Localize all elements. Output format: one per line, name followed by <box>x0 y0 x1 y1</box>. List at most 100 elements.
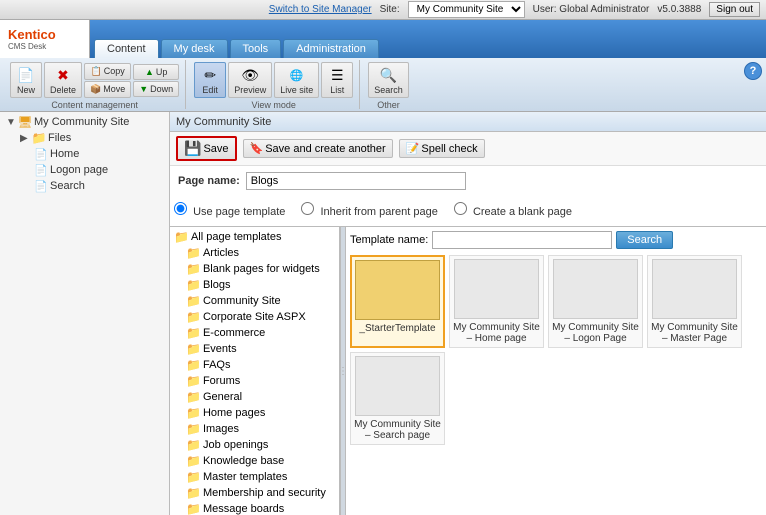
nav-tabs: Content My desk Tools Administration <box>90 20 381 58</box>
search-button[interactable]: 🔍 Search <box>368 62 409 98</box>
events-icon: 📁 <box>186 342 201 356</box>
master-templates-label: Master templates <box>203 471 287 483</box>
tree-home[interactable]: 📄 Home <box>2 146 167 162</box>
tmpl-events[interactable]: 📁 Events <box>172 341 337 357</box>
inherit-radio[interactable] <box>301 202 314 215</box>
blogs-label: Blogs <box>203 279 231 291</box>
tmpl-ecommerce[interactable]: 📁 E-commerce <box>172 325 337 341</box>
tree-files[interactable]: ▶ 📁 Files <box>2 130 167 146</box>
spell-check-button[interactable]: 📝 Spell check <box>399 139 485 158</box>
page-form: Page name: <box>170 166 766 202</box>
version-label: v5.0.3888 <box>657 4 701 15</box>
general-icon: 📁 <box>186 390 201 404</box>
template-card-master[interactable]: My Community Site – Master Page <box>647 255 742 348</box>
nav-tab-administration[interactable]: Administration <box>283 39 379 58</box>
content-group-label: Content management <box>51 98 138 110</box>
blank-widgets-icon: 📁 <box>186 262 201 276</box>
tmpl-root[interactable]: 📁 All page templates <box>172 229 337 245</box>
knowledge-base-label: Knowledge base <box>203 455 284 467</box>
nav-tab-tools[interactable]: Tools <box>230 39 282 58</box>
save-create-label: Save and create another <box>265 143 385 155</box>
tmpl-blank-widgets[interactable]: 📁 Blank pages for widgets <box>172 261 337 277</box>
save-label: Save <box>203 143 228 155</box>
template-grid-area: Template name: Search _StarterTemplate M… <box>346 227 766 515</box>
template-search-input[interactable] <box>432 231 612 249</box>
list-button[interactable]: ☰ List <box>321 62 353 98</box>
site-selector[interactable]: My Community Site <box>408 1 525 18</box>
inherit-option[interactable]: Inherit from parent page <box>301 202 437 218</box>
blank-widgets-label: Blank pages for widgets <box>203 263 320 275</box>
tmpl-forums[interactable]: 📁 Forums <box>172 373 337 389</box>
template-card-logon[interactable]: My Community Site – Logon Page <box>548 255 643 348</box>
community-label: Community Site <box>203 295 281 307</box>
nav-tab-content[interactable]: Content <box>94 39 159 58</box>
blank-option[interactable]: Create a blank page <box>454 202 572 218</box>
template-card-search[interactable]: My Community Site – Search page <box>350 352 445 445</box>
use-template-option[interactable]: Use page template <box>174 202 285 218</box>
preview-button[interactable]: 👁 Preview <box>228 62 272 98</box>
delete-button[interactable]: ✖ Delete <box>44 62 82 98</box>
collapse-root-icon[interactable]: ▼ <box>6 117 18 128</box>
copy-move-group: 📋 Copy 📦 Move <box>84 63 131 98</box>
preview-icon: 👁 <box>240 65 260 85</box>
logo-nav: Kentico CMS Desk Content My desk Tools A… <box>0 20 766 58</box>
nav-tab-mydesk[interactable]: My desk <box>161 39 228 58</box>
tree-home-label: Home <box>48 148 79 160</box>
tmpl-blogs[interactable]: 📁 Blogs <box>172 277 337 293</box>
use-template-radio[interactable] <box>174 202 187 215</box>
spell-icon: 📝 <box>406 142 420 155</box>
up-button[interactable]: ▲ Up <box>133 64 179 80</box>
tmpl-community[interactable]: 📁 Community Site <box>172 293 337 309</box>
live-site-button[interactable]: 🌐 Live site <box>274 62 319 98</box>
inherit-label: Inherit from parent page <box>320 206 437 218</box>
blank-radio[interactable] <box>454 202 467 215</box>
collapse-files-icon[interactable]: ▶ <box>20 133 32 144</box>
list-icon: ☰ <box>327 65 347 85</box>
new-button[interactable]: 📄 New <box>10 62 42 98</box>
tmpl-knowledge-base[interactable]: 📁 Knowledge base <box>172 453 337 469</box>
tmpl-general[interactable]: 📁 General <box>172 389 337 405</box>
site-label: Site: <box>380 4 400 15</box>
tmpl-articles[interactable]: 📁 Articles <box>172 245 337 261</box>
template-search-label: Template name: <box>350 234 428 246</box>
tmpl-faqs[interactable]: 📁 FAQs <box>172 357 337 373</box>
delete-label: Delete <box>50 85 76 95</box>
save-create-button[interactable]: 🔖 Save and create another <box>243 139 393 158</box>
tmpl-corporate[interactable]: 📁 Corporate Site ASPX <box>172 309 337 325</box>
message-boards-label: Message boards <box>203 503 284 515</box>
tree-logon[interactable]: 📄 Logon page <box>2 162 167 178</box>
save-button[interactable]: 💾 Save <box>176 136 237 161</box>
list-label: List <box>330 85 344 95</box>
edit-icon: ✏ <box>200 65 220 85</box>
tmpl-membership[interactable]: 📁 Membership and security <box>172 485 337 501</box>
tmpl-images[interactable]: 📁 Images <box>172 421 337 437</box>
tmpl-master-templates[interactable]: 📁 Master templates <box>172 469 337 485</box>
page-name-input[interactable] <box>246 172 466 190</box>
logon-page-icon: 📄 <box>34 163 48 177</box>
membership-label: Membership and security <box>203 487 326 499</box>
tree-search[interactable]: 📄 Search <box>2 178 167 194</box>
tree-root[interactable]: ▼ 🖥 My Community Site <box>2 114 167 130</box>
help-button[interactable]: ? <box>744 62 762 80</box>
copy-button[interactable]: 📋 Copy <box>84 63 131 80</box>
move-button[interactable]: 📦 Move <box>84 81 131 98</box>
homepages-label: Home pages <box>203 407 265 419</box>
tmpl-root-folder-icon: 📁 <box>174 230 189 244</box>
template-card-homepage[interactable]: My Community Site – Home page <box>449 255 544 348</box>
sign-out-button[interactable]: Sign out <box>709 2 760 17</box>
toolbar-group-other: 🔍 Search Other <box>362 60 415 109</box>
forums-label: Forums <box>203 375 240 387</box>
template-card-starter[interactable]: _StarterTemplate <box>350 255 445 348</box>
blank-label: Create a blank page <box>473 206 572 218</box>
tmpl-message-boards[interactable]: 📁 Message boards <box>172 501 337 515</box>
switch-site-link[interactable]: Switch to Site Manager <box>269 4 372 15</box>
edit-button[interactable]: ✏ Edit <box>194 62 226 98</box>
tmpl-homepages[interactable]: 📁 Home pages <box>172 405 337 421</box>
down-button[interactable]: ▼ Down <box>133 81 179 97</box>
tmpl-job-openings[interactable]: 📁 Job openings <box>172 437 337 453</box>
search-page-icon: 📄 <box>34 179 48 193</box>
search-spacer <box>20 179 34 193</box>
template-search-button[interactable]: Search <box>616 231 673 249</box>
live-label: Live site <box>280 85 313 95</box>
search-page-name: My Community Site – Search page <box>354 419 441 441</box>
